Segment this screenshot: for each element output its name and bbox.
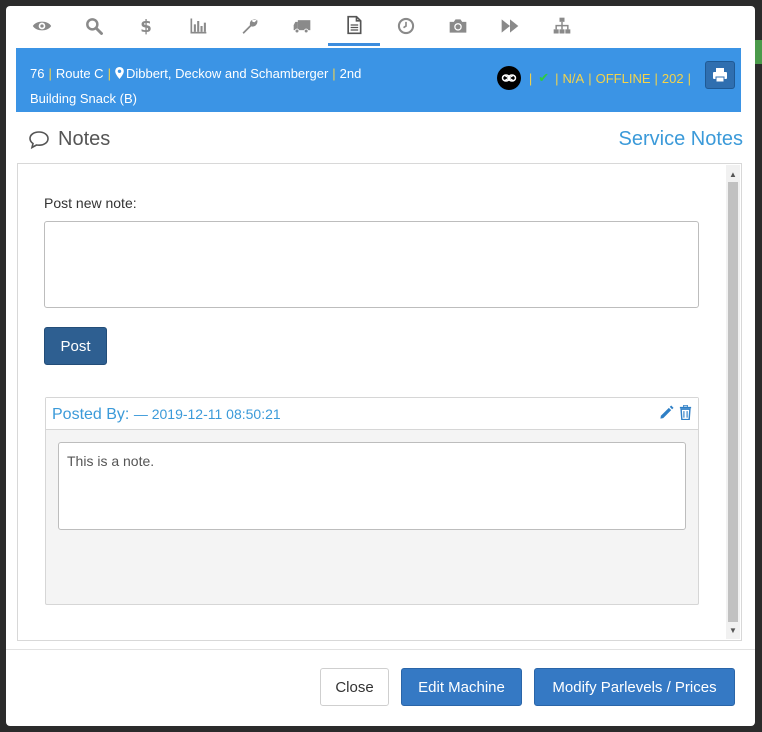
- scrollbar-thumb[interactable]: [728, 182, 738, 622]
- notes-title-text: Notes: [58, 128, 111, 150]
- tab-service[interactable]: [224, 6, 276, 46]
- tab-financials[interactable]: $: [120, 6, 172, 46]
- separator: |: [588, 70, 592, 86]
- trash-icon[interactable]: [679, 404, 692, 425]
- pencil-icon[interactable]: [659, 405, 674, 425]
- wrench-icon: [242, 18, 258, 34]
- close-button[interactable]: Close: [320, 668, 389, 706]
- posted-date: — 2019-12-11 08:50:21: [133, 406, 281, 422]
- tab-history[interactable]: [380, 6, 432, 46]
- notes-panel: Post new note: Post Posted By: — 2019-12…: [17, 163, 742, 641]
- new-note-input[interactable]: [44, 221, 699, 308]
- camera-icon: [449, 19, 467, 33]
- post-note-label: Post new note:: [44, 195, 137, 211]
- comment-icon: [29, 130, 49, 149]
- note-text-area[interactable]: [58, 442, 686, 530]
- machine-number: 76: [30, 66, 45, 81]
- posted-by-label: Posted By:: [52, 406, 130, 423]
- background-strip: [754, 40, 762, 64]
- tab-reports[interactable]: [172, 6, 224, 46]
- separator: |: [687, 70, 691, 86]
- edit-machine-button[interactable]: Edit Machine: [401, 668, 522, 706]
- machine-info-bar: 76 | Route C | Dibbert, Deckow and Schamberg…: [16, 48, 741, 112]
- scroll-down-arrow-icon[interactable]: ▼: [726, 623, 740, 637]
- service-notes-link[interactable]: Service Notes: [619, 128, 744, 151]
- fast-forward-icon: [501, 19, 519, 33]
- separator: |: [107, 66, 111, 81]
- separator: |: [332, 66, 336, 81]
- document-icon: [347, 15, 362, 34]
- tab-search[interactable]: [68, 6, 120, 46]
- tab-photos[interactable]: [432, 6, 484, 46]
- check-icon: ✔: [538, 70, 550, 85]
- connection-status: OFFLINE: [595, 70, 651, 86]
- post-button[interactable]: Post: [44, 327, 107, 365]
- tab-forward[interactable]: [484, 6, 536, 46]
- tab-overview[interactable]: [16, 6, 68, 46]
- tab-bar: $: [16, 6, 745, 48]
- printer-icon: [713, 68, 727, 83]
- print-button[interactable]: [705, 61, 735, 89]
- svg-text:$: $: [140, 17, 152, 36]
- bar-chart-icon: [190, 18, 207, 34]
- sitemap-icon: [553, 17, 571, 34]
- dollar-icon: $: [140, 17, 152, 36]
- location-detail: 2nd: [339, 66, 362, 81]
- tab-delivery[interactable]: [276, 6, 328, 46]
- posted-by: Posted By: — 2019-12-11 08:50:21: [52, 406, 281, 424]
- scrollbar[interactable]: ▲ ▼: [726, 165, 740, 639]
- machine-modal: $ 76 | Route C | Dibbert, Deckow and Schambe…: [6, 6, 755, 726]
- modify-parlevels-button[interactable]: Modify Parlevels / Prices: [534, 668, 735, 706]
- status-group: | ✔ | N/A | OFFLINE | 202 |: [496, 66, 695, 90]
- tab-notes[interactable]: [328, 6, 380, 46]
- eye-icon: [32, 21, 52, 31]
- truck-icon: [293, 20, 311, 34]
- route-name: Route C: [55, 66, 104, 81]
- na-status: N/A: [562, 70, 585, 86]
- location-name: Dibbert, Deckow and Schamberger: [125, 66, 329, 81]
- search-icon: [86, 18, 103, 35]
- note-card: Posted By: — 2019-12-11 08:50:21: [45, 397, 699, 605]
- machine-code: 202: [661, 70, 684, 86]
- info-line-2: Building Snack (B): [30, 91, 137, 106]
- separator: |: [654, 70, 658, 86]
- scroll-up-arrow-icon[interactable]: ▲: [726, 167, 740, 181]
- tab-hierarchy[interactable]: [536, 6, 588, 46]
- footer-divider: [6, 649, 755, 650]
- separator: |: [528, 70, 533, 86]
- info-line-1: 76 | Route C | Dibbert, Deckow and Schamberg…: [30, 66, 361, 81]
- notes-title: Notes: [28, 128, 110, 151]
- operator-logo-icon: [496, 66, 521, 90]
- clock-icon: [397, 17, 415, 35]
- note-card-header: Posted By: — 2019-12-11 08:50:21: [46, 398, 698, 430]
- map-marker-icon: [115, 67, 124, 79]
- separator: |: [555, 70, 559, 86]
- notes-header: Notes Service Notes: [28, 126, 743, 156]
- separator: |: [48, 66, 52, 81]
